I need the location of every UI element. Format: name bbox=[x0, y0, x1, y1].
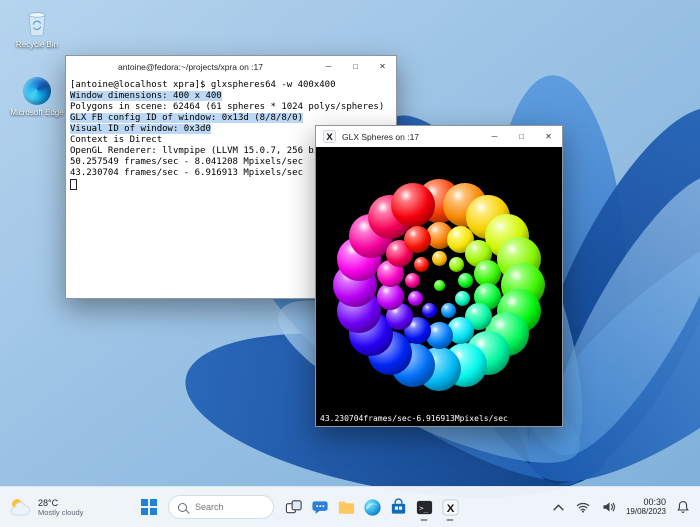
weather-condition: Mostly cloudy bbox=[38, 507, 84, 517]
svg-text:>_: >_ bbox=[419, 503, 428, 512]
start-button[interactable] bbox=[136, 494, 162, 520]
store-button[interactable] bbox=[385, 492, 411, 522]
minimize-button[interactable]: ─ bbox=[315, 56, 342, 77]
terminal-line: Polygons in scene: 62464 (61 spheres * 1… bbox=[70, 102, 385, 112]
close-button[interactable]: ✕ bbox=[535, 126, 562, 147]
terminal-cursor bbox=[70, 179, 77, 190]
xorg-icon: X bbox=[441, 498, 459, 516]
volume-icon bbox=[603, 502, 615, 512]
weather-temperature: 28°C bbox=[38, 497, 59, 508]
task-view-icon bbox=[285, 500, 302, 514]
running-indicator bbox=[446, 518, 454, 521]
taskbar-app-icons: >_ X bbox=[281, 492, 463, 522]
maximize-button[interactable]: □ bbox=[342, 56, 369, 77]
sphere bbox=[454, 291, 470, 306]
search-box[interactable] bbox=[168, 495, 274, 519]
file-explorer-icon bbox=[338, 500, 354, 514]
task-view-button[interactable] bbox=[281, 492, 307, 522]
file-explorer-button[interactable] bbox=[333, 492, 359, 522]
sphere bbox=[433, 279, 445, 291]
glx-spheres-window: X GLX Spheres on :17 ─ □ ✕ 43.230704fram… bbox=[315, 125, 563, 427]
sphere bbox=[431, 250, 447, 266]
windows-logo-icon bbox=[141, 499, 157, 515]
sphere bbox=[403, 226, 431, 254]
clock-date: 19/08/2023 bbox=[625, 507, 666, 516]
glx-fps-overlay: 43.230704frames/sec-6.916913Mpixels/sec bbox=[320, 414, 508, 423]
edge-button[interactable] bbox=[359, 492, 385, 522]
taskbar-center: >_ X bbox=[136, 487, 463, 527]
glx-titlebar[interactable]: X GLX Spheres on :17 ─ □ ✕ bbox=[316, 126, 562, 148]
xorg-logo-icon: X bbox=[322, 129, 337, 144]
sphere bbox=[408, 291, 424, 306]
desktop-icon-label: Recycle Bin bbox=[15, 40, 59, 49]
chat-button[interactable] bbox=[307, 492, 333, 522]
desktop-icon-microsoft-edge[interactable]: Microsoft Edge bbox=[6, 76, 68, 117]
sphere bbox=[422, 302, 438, 318]
chevron-up-icon bbox=[553, 504, 564, 510]
terminal-icon: >_ bbox=[416, 500, 432, 514]
terminal-window-title: antoine@fedora:~/projects/xpra on :17 bbox=[118, 61, 263, 72]
sphere bbox=[391, 183, 436, 228]
maximize-button[interactable]: □ bbox=[508, 126, 535, 147]
terminal-button[interactable]: >_ bbox=[411, 492, 437, 522]
running-indicator bbox=[420, 518, 428, 521]
terminal-line: GLX FB config ID of window: 0x13d (8/8/8… bbox=[70, 113, 303, 123]
sphere bbox=[448, 256, 464, 272]
close-button[interactable]: ✕ bbox=[369, 56, 396, 77]
minimize-button[interactable]: ─ bbox=[481, 126, 508, 147]
desktop-icon-recycle-bin[interactable]: Recycle Bin bbox=[6, 8, 68, 49]
store-icon bbox=[391, 497, 405, 514]
chat-icon bbox=[311, 500, 328, 514]
glx-window-title: GLX Spheres on :17 bbox=[342, 131, 420, 142]
edge-icon bbox=[363, 498, 381, 516]
terminal-line: Window dimensions: 400 x 400 bbox=[70, 91, 222, 101]
terminal-titlebar[interactable]: antoine@fedora:~/projects/xpra on :17 ─ … bbox=[66, 56, 396, 78]
terminal-line: [antoine@localhost xpra]$ glxspheres64 -… bbox=[70, 80, 336, 90]
sphere bbox=[440, 302, 456, 318]
bell-icon bbox=[677, 501, 689, 513]
notification-bell-button[interactable] bbox=[674, 498, 692, 516]
sphere bbox=[458, 272, 474, 288]
weather-icon bbox=[10, 499, 30, 516]
glx-canvas: 43.230704frames/sec-6.916913Mpixels/sec bbox=[316, 147, 562, 426]
system-tray: 00:30 19/08/2023 bbox=[551, 487, 692, 527]
wifi-icon bbox=[576, 503, 590, 513]
svg-text:X: X bbox=[326, 132, 333, 143]
xorg-button[interactable]: X bbox=[437, 492, 463, 522]
edge-icon bbox=[23, 77, 51, 105]
svg-text:X: X bbox=[446, 502, 454, 514]
clock-time: 00:30 bbox=[643, 497, 666, 507]
search-input[interactable] bbox=[193, 501, 267, 513]
weather-widget[interactable]: 28°C Mostly cloudy bbox=[8, 487, 83, 527]
desktop-icon-label: Microsoft Edge bbox=[10, 108, 64, 117]
sphere bbox=[414, 256, 430, 272]
volume-button[interactable] bbox=[600, 499, 618, 515]
sphere bbox=[404, 272, 420, 288]
recycle-bin-icon bbox=[28, 12, 46, 37]
taskbar: 28°C Mostly cloudy >_ X 00:30 19/08/2023 bbox=[0, 486, 700, 527]
search-icon bbox=[178, 502, 187, 512]
chevron-up-button[interactable] bbox=[551, 502, 566, 513]
taskbar-clock[interactable]: 00:30 19/08/2023 bbox=[626, 497, 666, 517]
wifi-button[interactable] bbox=[574, 499, 592, 515]
